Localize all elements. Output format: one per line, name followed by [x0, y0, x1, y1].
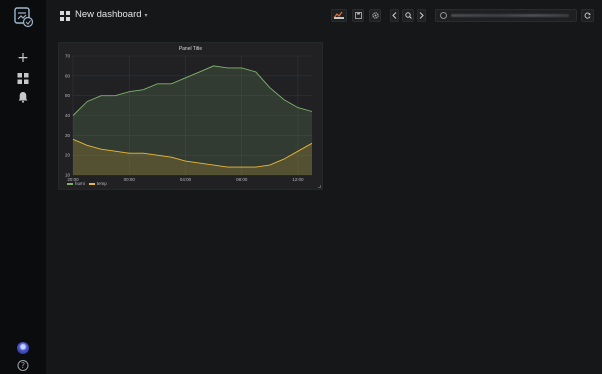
graph-panel[interactable]: Panel Title 10 20 30 40 50 60 70 20:00 00:00 04:0… — [58, 42, 323, 190]
save-icon — [354, 12, 362, 19]
refresh-button[interactable] — [581, 9, 594, 22]
time-range-picker[interactable] — [435, 9, 577, 22]
dashboard-title-text: New dashboard — [75, 9, 142, 20]
save-button[interactable] — [352, 9, 364, 22]
y-tick-label: 70 — [65, 54, 71, 59]
y-tick-label: 30 — [65, 133, 71, 138]
x-tick-label: 08:00 — [236, 177, 248, 182]
y-tick-label: 20 — [65, 153, 71, 158]
y-tick-label: 40 — [65, 113, 71, 118]
panel-resize-handle[interactable] — [318, 185, 321, 188]
add-panel-icon — [333, 11, 344, 19]
time-forward-button[interactable] — [417, 9, 426, 22]
graph-chart: 1020304050607020:00 00:00 04:00 08:00 12:00 — [65, 54, 313, 182]
chevron-left-icon — [392, 12, 397, 19]
plus-icon[interactable]: + — [17, 51, 29, 65]
x-tick-label: 00:00 — [124, 177, 136, 182]
clock-icon — [440, 12, 447, 19]
zoom-out-icon — [404, 12, 412, 19]
chevron-right-icon — [419, 12, 424, 19]
zoom-out-button[interactable] — [402, 9, 414, 22]
legend-item-temp[interactable]: temp — [88, 181, 107, 186]
grafana-logo-icon[interactable] — [12, 6, 34, 28]
dashboard-navbar: New dashboard ▾ — [46, 0, 602, 32]
add-panel-button[interactable] — [331, 9, 347, 22]
chevron-down-icon: ▾ — [144, 13, 148, 19]
sidebar: + ? — [0, 0, 46, 374]
x-tick-label: 04:00 — [180, 177, 192, 182]
avatar-icon[interactable] — [17, 342, 29, 354]
x-tick-label: 12:00 — [292, 177, 304, 182]
settings-button[interactable] — [369, 9, 381, 22]
y-tick-label: 60 — [65, 73, 71, 78]
y-tick-label: 50 — [65, 93, 71, 98]
time-range-text-redacted — [451, 14, 569, 17]
time-back-button[interactable] — [390, 9, 399, 22]
graph-legend: humi temp — [67, 181, 107, 186]
dashboards-icon[interactable] — [17, 73, 29, 84]
dashboard-title[interactable]: New dashboard ▾ — [75, 9, 148, 20]
dashboard-grid-icon — [60, 11, 70, 21]
bell-icon[interactable] — [18, 91, 29, 103]
refresh-icon — [584, 12, 591, 19]
legend-item-humi[interactable]: humi — [67, 181, 85, 186]
help-icon[interactable]: ? — [17, 360, 29, 371]
settings-icon — [371, 12, 379, 19]
